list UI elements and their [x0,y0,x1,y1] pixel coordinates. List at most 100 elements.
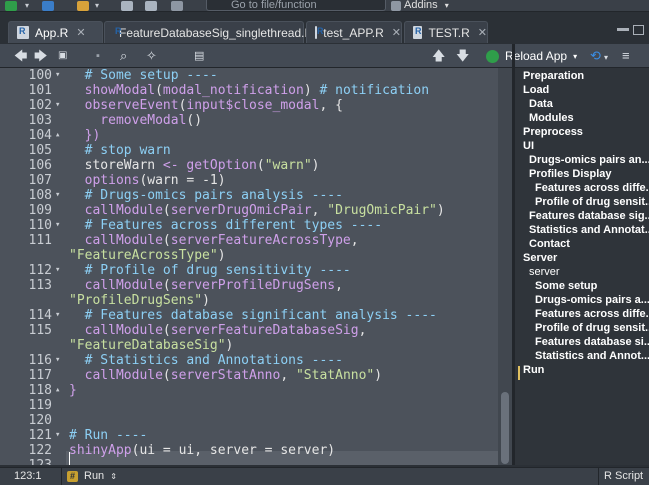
fold-toggle-icon[interactable]: ▾ [55,218,60,233]
chevron-down-icon[interactable]: ▾ [604,51,608,65]
code-line[interactable]: 103 removeModal() [0,113,500,128]
fold-toggle-icon[interactable]: ▾ [55,308,60,323]
outline-item[interactable]: Data [529,98,553,111]
down-arrow-icon[interactable]: 🡇 [456,49,469,63]
save-icon[interactable]: ▪ [96,49,100,63]
tab-test-r[interactable]: TEST.R ✕ [404,21,488,43]
code-line[interactable]: 120 [0,413,500,428]
up-arrow-icon[interactable]: 🡅 [432,49,445,63]
code-line[interactable]: 112 ▾ # Profile of drug sensitivity ---- [0,263,500,278]
code-line[interactable]: "FeatureAcrossType") [0,248,500,263]
outline-item[interactable]: Preprocess [523,126,583,139]
outline-item[interactable]: Features across diffe... [535,182,649,195]
scrollbar-thumb[interactable] [501,392,509,464]
outline-item[interactable]: Profile of drug sensit... [535,196,649,209]
reload-app-button[interactable]: Reload App ▾ [486,48,577,64]
outline-item[interactable]: Load [523,84,549,97]
addins-menu[interactable]: Addins ▾ [404,0,449,11]
code-line[interactable]: 119 [0,398,500,413]
code-line[interactable]: 107 options(warn = -1) [0,173,500,188]
code-editor[interactable]: 100 ▾ # Some setup ---- 101 showModal(moda… [0,68,512,465]
outline-item[interactable]: Statistics and Annot... [535,350,649,363]
code-line[interactable]: 106 storeWarn <- getOption("warn") [0,158,500,173]
open-file-dropdown-icon[interactable]: ▾ [92,0,102,11]
code-line[interactable]: 111 callModule(serverFeatureAcrossType, [0,233,500,248]
outline-item[interactable]: Drugs-omics pairs a... [535,294,649,307]
new-file-dropdown-icon[interactable]: ▾ [22,0,32,11]
code-token: , [280,368,296,383]
outline-item[interactable]: Contact [529,238,570,251]
forward-arrow-icon[interactable]: 🡆 [34,49,47,63]
close-icon[interactable]: ✕ [478,26,487,39]
fold-toggle-icon[interactable]: ▴ [55,128,60,143]
outline-item[interactable]: Features database sig... [529,210,649,223]
code-line[interactable]: 102 ▾ observeEvent(input$close_modal, { [0,98,500,113]
close-icon[interactable]: ✕ [392,26,401,39]
code-line[interactable]: 117 callModule(serverStatAnno, "StatAnno… [0,368,500,383]
file-type-selector[interactable]: R Script [604,470,643,482]
maximize-pane-icon[interactable] [633,25,644,35]
compile-report-icon[interactable]: ▤ [194,49,204,63]
code-line[interactable]: 105 # stop warn [0,143,500,158]
outline-item[interactable]: Statistics and Annotat... [529,224,649,237]
back-arrow-icon[interactable]: 🡄 [14,49,27,63]
code-line[interactable]: 118 ▴} [0,383,500,398]
code-line[interactable]: 114 ▾ # Features database significant ana… [0,308,500,323]
outline-item[interactable]: Some setup [535,280,597,293]
code-line[interactable]: 121 ▾ # Run ---- [0,428,500,443]
new-file-icon[interactable] [4,0,18,11]
code-line[interactable]: 100 ▾ # Some setup ---- [0,68,500,83]
search-icon[interactable]: ⌕ [120,49,127,63]
outline-item[interactable]: Features database si... [535,336,649,349]
editor-toolbar: 🡄 🡆 ▣ ▪ ⌕ ✧ ▤ 🡅 🡇 Reload App ▾ ⟲ ▾ ≡ [0,44,649,68]
save-icon[interactable] [120,0,134,11]
fold-toggle-icon[interactable]: ▾ [55,263,60,278]
fold-toggle-icon[interactable]: ▾ [55,353,60,368]
save-all-icon[interactable] [144,0,158,11]
fold-toggle-icon[interactable]: ▾ [55,188,60,203]
code-line[interactable]: 123 [0,458,500,465]
outline-item[interactable]: Server [523,252,557,265]
fold-toggle-icon[interactable]: ▾ [55,98,60,113]
code-line[interactable]: "FeatureDatabaseSig") [0,338,500,353]
goto-file-input[interactable]: Go to file/function [206,0,386,11]
outline-item[interactable]: Profile of drug sensit... [535,322,649,335]
fold-toggle-icon[interactable]: ▴ [55,383,60,398]
code-line[interactable]: 109 callModule(serverDrugOmicPair, "Drug… [0,203,500,218]
code-line[interactable]: 110 ▾ # Features across different types -… [0,218,500,233]
tab-app-r[interactable]: App.R ✕ [8,21,103,43]
scope-selector[interactable]: Run ⇕ [84,470,117,482]
new-project-icon[interactable] [40,0,56,11]
print-icon[interactable] [170,0,184,11]
publish-icon[interactable]: ⟲ [590,49,601,63]
tab-featuredatabasesig[interactable]: FeatureDatabaseSig_singlethread.R ✕ [104,21,330,43]
code-line[interactable]: 104 ▴ }) [0,128,500,143]
code-line[interactable]: 113 callModule(serverProfileDrugSens, [0,278,500,293]
code-line[interactable]: 116 ▾ # Statistics and Annotations ---- [0,353,500,368]
outline-item[interactable]: server [529,266,560,279]
grid-icon[interactable] [390,0,402,11]
chevron-down-icon[interactable]: ▾ [573,52,577,61]
close-icon[interactable]: ✕ [76,26,85,39]
code-line[interactable]: 101 showModal(modal_notification) # noti… [0,83,500,98]
tab-test-app-r[interactable]: test_APP.R ✕ [306,21,402,43]
outline-item[interactable]: Drugs-omics pairs an... [529,154,649,167]
outline-item[interactable]: Modules [529,112,574,125]
fold-toggle-icon[interactable]: ▾ [55,68,60,83]
outline-item[interactable]: UI [523,140,534,153]
code-line[interactable]: 108 ▾ # Drugs-omics pairs analysis ---- [0,188,500,203]
outline-menu-icon[interactable]: ≡ [622,49,630,63]
outline-item[interactable]: Preparation [523,70,584,83]
code-line[interactable]: "ProfileDrugSens") [0,293,500,308]
fold-toggle-icon[interactable]: ▾ [55,428,60,443]
code-text: storeWarn <- getOption("warn") [69,158,320,173]
outline-item[interactable]: Run [523,364,544,377]
outline-item[interactable]: Profiles Display [529,168,612,181]
code-line[interactable]: 115 callModule(serverFeatureDatabaseSig, [0,323,500,338]
code-line[interactable]: 122 shinyApp(ui = ui, server = server) [0,443,500,458]
open-file-icon[interactable] [76,0,90,11]
minimize-pane-icon[interactable] [617,28,629,31]
show-in-window-icon[interactable]: ▣ [58,49,67,63]
outline-item[interactable]: Features across diffe... [535,308,649,321]
magic-wand-icon[interactable]: ✧ [146,49,157,63]
